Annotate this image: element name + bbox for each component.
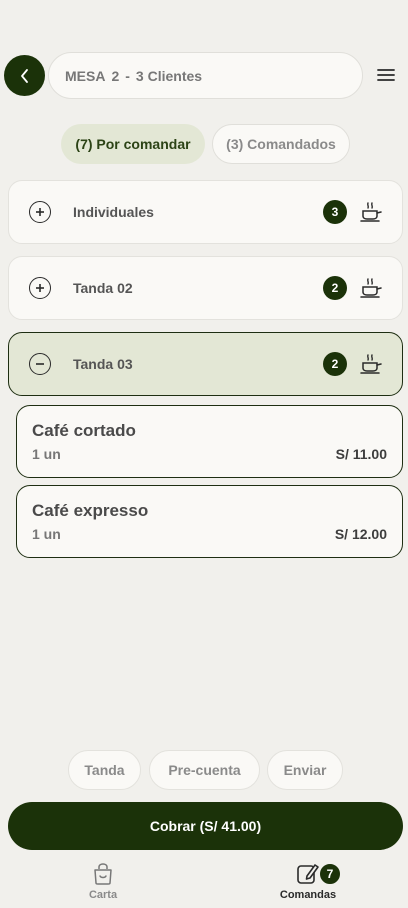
group-tanda-02[interactable]: Tanda 02 2	[8, 256, 403, 320]
collapse-minus-icon[interactable]	[29, 353, 51, 375]
group-count-badge: 2	[323, 352, 347, 376]
comandas-count-badge: 7	[318, 862, 342, 886]
item-quantity: 1 un	[32, 446, 61, 462]
tab-comandados[interactable]: (3) Comandados	[212, 124, 350, 164]
nav-carta[interactable]: Carta	[82, 862, 124, 901]
table-info-field[interactable]: MESA 2 - 3 Clientes	[48, 52, 363, 99]
group-label: Individuales	[73, 204, 154, 220]
shopping-bag-icon	[94, 863, 112, 885]
nav-label: Comandas	[279, 889, 337, 901]
hamburger-icon	[377, 69, 395, 81]
order-item-cafe-cortado[interactable]: Café cortado 1 un S/ 11.00	[16, 405, 403, 478]
cooking-pot-icon	[360, 278, 382, 298]
group-label: Tanda 03	[73, 356, 133, 372]
group-label: Tanda 02	[73, 280, 133, 296]
nav-label: Carta	[88, 889, 118, 901]
back-button[interactable]	[4, 55, 45, 96]
tab-por-comandar[interactable]: (7) Por comandar	[61, 124, 205, 164]
group-individuales[interactable]: Individuales 3	[8, 180, 403, 244]
enviar-button[interactable]: Enviar	[267, 750, 343, 790]
group-tanda-03[interactable]: Tanda 03 2	[8, 332, 403, 396]
group-count-badge: 2	[323, 276, 347, 300]
item-price: S/ 11.00	[335, 446, 387, 462]
item-price: S/ 12.00	[334, 526, 387, 542]
table-separator: -	[125, 67, 130, 84]
order-item-cafe-expresso[interactable]: Café expresso 1 un S/ 12.00	[16, 485, 403, 558]
expand-plus-icon[interactable]	[29, 277, 51, 299]
item-quantity: 1 un	[32, 526, 61, 542]
menu-button[interactable]	[376, 66, 396, 84]
table-number: 2	[111, 67, 120, 84]
cooking-pot-icon	[360, 202, 382, 222]
cobrar-button[interactable]: Cobrar (S/ 41.00)	[8, 802, 403, 850]
clients-count: 3 Clientes	[135, 67, 203, 84]
table-label: MESA	[65, 67, 106, 84]
chevron-left-icon	[20, 68, 28, 83]
pre-cuenta-button[interactable]: Pre-cuenta	[149, 750, 260, 790]
group-count-badge: 3	[323, 200, 347, 224]
cooking-pot-icon	[360, 354, 382, 374]
tanda-button[interactable]: Tanda	[68, 750, 141, 790]
expand-plus-icon[interactable]	[29, 201, 51, 223]
item-name: Café cortado	[32, 421, 136, 440]
item-name: Café expresso	[32, 501, 149, 520]
